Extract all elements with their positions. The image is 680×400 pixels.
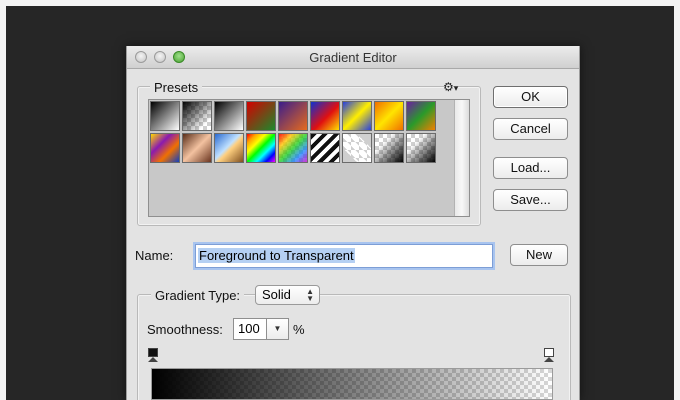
chevron-down-icon: ▼ <box>273 324 282 333</box>
preset-swatch-transparent-stripes[interactable] <box>310 133 340 163</box>
gradient-type-label: Gradient Type: <box>151 288 245 303</box>
preset-swatch-black-white[interactable] <box>214 101 244 131</box>
preset-swatch-foreground-to-transparent[interactable] <box>182 101 212 131</box>
preset-swatch-blue-red-yellow[interactable] <box>310 101 340 131</box>
presets-list[interactable] <box>148 99 470 217</box>
window-title: Gradient Editor <box>309 50 397 65</box>
save-button[interactable]: Save... <box>493 189 568 211</box>
gear-icon[interactable]: ⚙▾ <box>443 80 458 94</box>
preset-swatch-black-transparent-1[interactable] <box>374 133 404 163</box>
preset-swatch-violet-orange[interactable] <box>278 101 308 131</box>
name-label: Name: <box>135 248 174 263</box>
preset-swatch-chrome[interactable] <box>214 133 244 163</box>
select-arrows-icon: ▲ ▼ <box>306 287 314 303</box>
presets-group <box>137 86 481 226</box>
ok-button[interactable]: OK <box>493 86 568 108</box>
presets-label: Presets <box>150 80 203 95</box>
preset-swatch-blue-yellow-blue[interactable] <box>342 101 372 131</box>
preset-swatch-black-transparent-2[interactable] <box>406 133 436 163</box>
gradient-type-value: Solid <box>262 287 291 302</box>
preset-swatch-yellow-violet-orange-blue[interactable] <box>150 133 180 163</box>
load-button[interactable]: Load... <box>493 157 568 179</box>
presets-scrollbar[interactable] <box>454 100 469 216</box>
title-bar[interactable]: Gradient Editor <box>127 46 579 69</box>
smoothness-input[interactable]: 100 <box>233 318 267 340</box>
new-button[interactable]: New <box>510 244 568 266</box>
preset-swatch-spectrum[interactable] <box>246 133 276 163</box>
gradient-editor-window: Gradient Editor Presets ⚙▾ OK Cancel Loa… <box>126 46 580 400</box>
gradient-preview-bar[interactable] <box>151 368 553 400</box>
preset-swatch-neutral-density[interactable] <box>342 133 372 163</box>
preset-swatch-red-green[interactable] <box>246 101 276 131</box>
cancel-button[interactable]: Cancel <box>493 118 568 140</box>
preset-swatch-copper[interactable] <box>182 133 212 163</box>
preset-swatch-foreground-to-background[interactable] <box>150 101 180 131</box>
opacity-stop-left[interactable] <box>148 348 158 362</box>
smoothness-dropdown[interactable]: ▼ <box>267 318 289 340</box>
smoothness-label: Smoothness: <box>147 322 223 337</box>
preset-swatch-violet-green-orange[interactable] <box>406 101 436 131</box>
name-value: Foreground to Transparent <box>198 248 355 263</box>
gradient-type-select[interactable]: Solid ▲ ▼ <box>255 285 320 305</box>
name-field[interactable]: Foreground to Transparent <box>195 244 493 268</box>
smoothness-unit: % <box>293 322 305 337</box>
preset-swatch-orange-yellow-orange[interactable] <box>374 101 404 131</box>
opacity-stop-right[interactable] <box>544 348 554 362</box>
preset-swatch-transparent-rainbow[interactable] <box>278 133 308 163</box>
